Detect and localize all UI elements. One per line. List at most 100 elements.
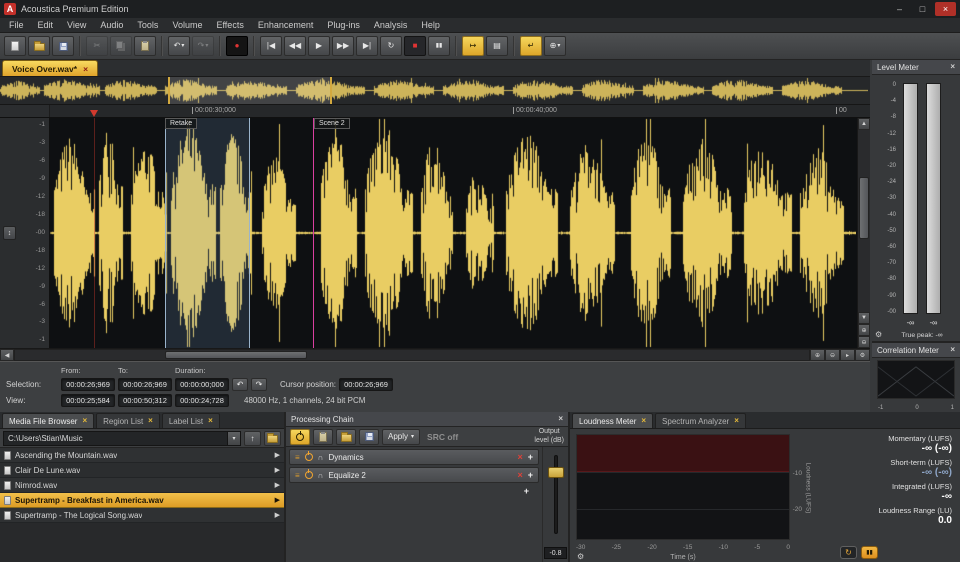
menu-item-tools[interactable]: Tools: [130, 18, 165, 33]
selection-undo-button[interactable]: ↶: [232, 378, 248, 391]
effect-listen-icon[interactable]: ∩: [318, 453, 324, 462]
redo-button[interactable]: ↷▾: [192, 36, 214, 56]
file-row[interactable]: Ascending the Mountain.wav ▶: [0, 448, 284, 463]
horizontal-scroll-track[interactable]: [14, 349, 810, 361]
effect-power-toggle[interactable]: [305, 471, 313, 479]
zoom-out-vertical-button[interactable]: ⊖: [858, 336, 870, 348]
zoom-presets-button[interactable]: ▸: [840, 349, 855, 361]
loudness-settings-icon[interactable]: ⚙: [577, 552, 584, 561]
scroll-up-button[interactable]: ▲: [858, 118, 870, 130]
selection-to-field[interactable]: 00:00:26;969: [118, 378, 172, 391]
open-file-button[interactable]: [28, 36, 50, 56]
menu-item-analysis[interactable]: Analysis: [367, 18, 415, 33]
chain-power-toggle[interactable]: [290, 429, 310, 445]
cursor-position-field[interactable]: 00:00:26;969: [339, 378, 393, 391]
zoom-out-horizontal-button[interactable]: ⊖: [825, 349, 840, 361]
label-marker-scene2[interactable]: Scene 2: [314, 118, 350, 129]
loop-playback-button[interactable]: ↻: [380, 36, 402, 56]
view-settings-button[interactable]: ⚙: [855, 349, 870, 361]
undo-button[interactable]: ↶▾: [168, 36, 190, 56]
vertical-scroll-track[interactable]: [858, 130, 870, 312]
timeline-ruler[interactable]: 00:00:30;000 00:00:40;000 00: [0, 105, 870, 118]
go-to-start-button[interactable]: |◀: [260, 36, 282, 56]
stop-button[interactable]: ■: [404, 36, 426, 56]
file-play-button[interactable]: ▶: [275, 511, 280, 519]
paste-button[interactable]: [134, 36, 156, 56]
tab-close-icon[interactable]: ×: [148, 417, 153, 425]
auto-return-toggle[interactable]: ↵: [520, 36, 542, 56]
menu-item-plugins[interactable]: Plug-ins: [320, 18, 367, 33]
level-meter-close-icon[interactable]: ×: [950, 63, 955, 71]
tab-close-icon[interactable]: ×: [82, 417, 87, 425]
play-button[interactable]: ▶: [308, 36, 330, 56]
chain-load-button[interactable]: [336, 429, 356, 445]
pause-button[interactable]: ▮▮: [428, 36, 450, 56]
vertical-scroll-thumb[interactable]: [859, 177, 869, 239]
menu-item-effects[interactable]: Effects: [209, 18, 250, 33]
minimize-button[interactable]: –: [889, 2, 910, 16]
file-row[interactable]: Supertramp - The Logical Song.wav ▶: [0, 508, 284, 523]
menu-item-edit[interactable]: Edit: [31, 18, 61, 33]
level-meter-settings-icon[interactable]: ⚙: [875, 330, 882, 339]
zoom-dropdown-icon[interactable]: ▾: [557, 43, 560, 49]
menu-item-enhancement[interactable]: Enhancement: [251, 18, 321, 33]
loudness-reset-button[interactable]: ↻: [840, 546, 857, 559]
tab-label-list[interactable]: Label List ×: [162, 413, 220, 428]
view-from-field[interactable]: 00:00:25;584: [61, 394, 115, 407]
apply-button[interactable]: Apply ▾: [382, 429, 420, 445]
chain-item-equalize[interactable]: ≡ ∩ Equalize 2 × +: [289, 467, 539, 483]
overview-view-window[interactable]: [168, 77, 332, 104]
menu-item-help[interactable]: Help: [414, 18, 447, 33]
horizontal-scrollbar[interactable]: ◀ ⊕ ⊖ ▸ ⚙: [0, 348, 870, 361]
zoom-in-horizontal-button[interactable]: ⊕: [810, 349, 825, 361]
loudness-pause-button[interactable]: ▮▮: [861, 546, 878, 559]
zoom-menu-button[interactable]: ⊕▾: [544, 36, 566, 56]
copy-button[interactable]: [110, 36, 132, 56]
add-effect-button[interactable]: +: [524, 486, 529, 496]
selection-duration-field[interactable]: 00:00:00;000: [175, 378, 229, 391]
browse-folder-button[interactable]: [264, 431, 281, 446]
drag-handle-icon[interactable]: ≡: [295, 471, 300, 480]
vertical-scale-handle[interactable]: ↕: [3, 226, 16, 240]
fast-forward-button[interactable]: ▶▶: [332, 36, 354, 56]
tab-close-icon[interactable]: ×: [208, 417, 213, 425]
effect-remove-icon[interactable]: ×: [517, 452, 522, 462]
tab-close-icon[interactable]: ×: [641, 417, 646, 425]
effect-add-icon[interactable]: +: [528, 452, 533, 462]
folder-path-combo[interactable]: C:\Users\Stian\Music ▾: [3, 431, 241, 446]
record-button[interactable]: ●: [226, 36, 248, 56]
marker-list-button[interactable]: ▤: [486, 36, 508, 56]
tab-loudness-meter[interactable]: Loudness Meter ×: [572, 413, 653, 428]
file-play-button[interactable]: ▶: [275, 481, 280, 489]
horizontal-scroll-thumb[interactable]: [165, 351, 307, 359]
file-play-button[interactable]: ▶: [275, 466, 280, 474]
file-play-button[interactable]: ▶: [275, 496, 280, 504]
zoom-in-vertical-button[interactable]: ⊕: [858, 324, 870, 336]
undo-dropdown-icon[interactable]: ▾: [181, 43, 184, 49]
folder-up-button[interactable]: ↑: [244, 431, 261, 446]
chain-save-button[interactable]: [359, 429, 379, 445]
slider-thumb[interactable]: [548, 467, 564, 478]
go-to-end-button[interactable]: ▶|: [356, 36, 378, 56]
processing-chain-close-icon[interactable]: ×: [558, 415, 563, 423]
file-play-button[interactable]: ▶: [275, 451, 280, 459]
view-to-field[interactable]: 00:00:50;312: [118, 394, 172, 407]
maximize-button[interactable]: □: [912, 2, 933, 16]
drag-handle-icon[interactable]: ≡: [295, 453, 300, 462]
selection-redo-button[interactable]: ↷: [251, 378, 267, 391]
menu-item-view[interactable]: View: [60, 18, 93, 33]
document-tab-voice-over[interactable]: Voice Over.wav* ×: [2, 60, 98, 76]
selection-region[interactable]: [165, 118, 250, 348]
cut-button[interactable]: ✂: [86, 36, 108, 56]
vertical-scrollbar[interactable]: ▲ ▼ ⊕ ⊖: [857, 118, 870, 348]
file-row[interactable]: Clair De Lune.wav ▶: [0, 463, 284, 478]
selection-from-field[interactable]: 00:00:26;969: [61, 378, 115, 391]
tab-region-list[interactable]: Region List ×: [96, 413, 160, 428]
scroll-down-button[interactable]: ▼: [858, 312, 870, 324]
menu-item-volume[interactable]: Volume: [165, 18, 209, 33]
close-window-button[interactable]: ×: [935, 2, 956, 16]
tab-spectrum-analyzer[interactable]: Spectrum Analyzer ×: [655, 413, 746, 428]
combo-dropdown-icon[interactable]: ▾: [227, 432, 240, 445]
chain-clipboard-button[interactable]: [313, 429, 333, 445]
menu-item-file[interactable]: File: [2, 18, 31, 33]
